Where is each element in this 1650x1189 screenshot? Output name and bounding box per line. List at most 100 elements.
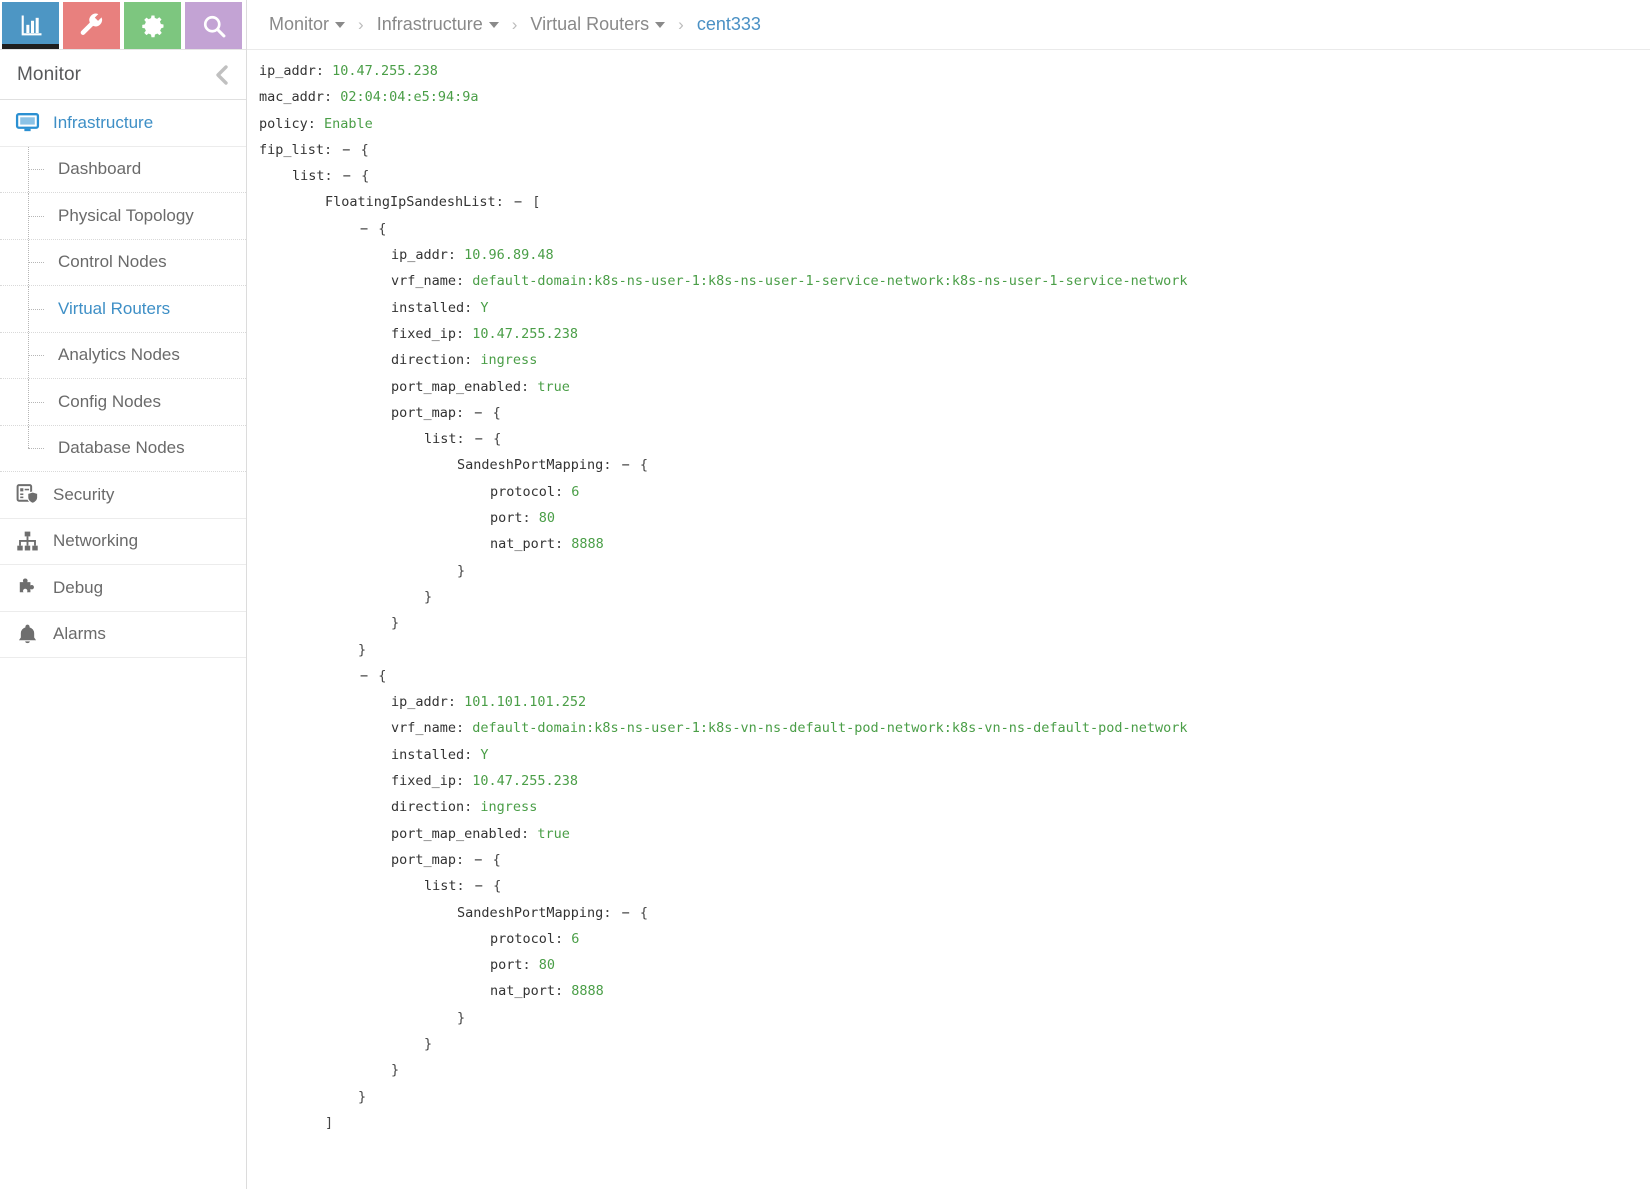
json-collapse-toggle[interactable]: −: [620, 452, 632, 478]
breadcrumb-item-label: Virtual Routers: [530, 14, 650, 34]
bar-chart-icon: [17, 12, 45, 40]
json-collapse-toggle[interactable]: −: [358, 663, 370, 689]
json-separator: :: [456, 431, 473, 448]
json-line: policy: Enable: [247, 111, 1650, 137]
json-collapse-toggle[interactable]: −: [472, 400, 484, 426]
json-value: 6: [571, 483, 580, 500]
json-bracket: }: [391, 1062, 400, 1079]
json-key: port_map_enabled: [391, 378, 522, 395]
sidebar-item-dashboard[interactable]: Dashboard: [0, 146, 246, 193]
json-line: port: 80: [247, 505, 1650, 531]
json-line: SandeshPortMapping: − {: [247, 900, 1650, 926]
json-collapse-toggle[interactable]: −: [473, 873, 485, 899]
json-line: vrf_name: default-domain:k8s-ns-user-1:k…: [247, 715, 1650, 741]
json-separator: :: [464, 352, 481, 369]
json-line: nat_port: 8888: [247, 978, 1650, 1004]
json-key: ip_addr: [391, 247, 448, 264]
json-key: fixed_ip: [391, 773, 457, 790]
breadcrumb-item-virtual-routers[interactable]: Virtual Routers: [530, 14, 666, 35]
json-separator: :: [464, 799, 481, 816]
json-key: policy: [259, 115, 308, 132]
json-bracket: {: [639, 904, 648, 921]
json-line: fixed_ip: 10.47.255.238: [247, 768, 1650, 794]
json-value: Enable: [324, 115, 373, 132]
sidebar-item-virtual-routers[interactable]: Virtual Routers: [0, 286, 246, 333]
sidebar-item-label: Infrastructure: [53, 112, 154, 132]
monitor-icon: [12, 110, 42, 135]
json-bracket: ]: [325, 1114, 334, 1131]
configure-tile[interactable]: [63, 2, 120, 49]
sidebar-item-label: Config Nodes: [58, 391, 162, 411]
breadcrumb-item-cent333[interactable]: cent333: [697, 14, 761, 35]
json-key: protocol: [490, 930, 556, 947]
chevron-down-icon[interactable]: [655, 21, 666, 28]
json-value: 101.101.101.252: [464, 694, 587, 711]
sidebar-item-alarms[interactable]: Alarms: [0, 612, 246, 658]
sidebar-title: Monitor: [17, 63, 82, 85]
json-line: fip_list: − {: [247, 137, 1650, 163]
json-separator: :: [307, 115, 325, 132]
sidebar-item-label: Control Nodes: [58, 252, 167, 272]
json-separator: :: [456, 404, 473, 421]
json-collapse-toggle[interactable]: −: [472, 847, 484, 873]
chevron-down-icon[interactable]: [335, 21, 346, 28]
json-key: list: [292, 168, 325, 185]
json-value: 6: [571, 930, 580, 947]
json-value: 10.47.255.238: [332, 63, 438, 79]
json-line: ip_addr: 10.96.89.48: [247, 242, 1650, 268]
left-column: Monitor Infrastructure Dashboard Physical …: [0, 0, 247, 1189]
json-value: 10.47.255.238: [472, 325, 578, 342]
json-separator: :: [521, 825, 538, 842]
json-separator: :: [464, 746, 481, 763]
sidebar-item-debug[interactable]: Debug: [0, 565, 246, 612]
json-collapse-toggle[interactable]: −: [473, 426, 485, 452]
chevron-down-icon[interactable]: [488, 21, 499, 28]
breadcrumb-item-monitor[interactable]: Monitor: [269, 14, 346, 35]
json-separator: :: [521, 378, 538, 395]
wrench-icon: [78, 12, 106, 40]
sidebar-item-control-nodes[interactable]: Control Nodes: [0, 239, 246, 286]
sidebar-item-security[interactable]: Security: [0, 472, 246, 519]
json-key: fixed_ip: [391, 325, 457, 342]
json-line: }: [247, 1031, 1650, 1057]
breadcrumb-item-infrastructure[interactable]: Infrastructure: [377, 14, 499, 35]
sidebar-item-analytics-nodes[interactable]: Analytics Nodes: [0, 332, 246, 379]
sidebar-item-label: Physical Topology: [58, 205, 194, 225]
sidebar-item-infrastructure[interactable]: Infrastructure: [0, 100, 246, 147]
breadcrumb-item-label: Monitor: [269, 14, 330, 34]
query-tile[interactable]: [185, 2, 242, 49]
json-collapse-toggle[interactable]: −: [341, 163, 353, 189]
json-line: nat_port: 8888: [247, 531, 1650, 557]
json-key: vrf_name: [391, 273, 457, 290]
json-line: protocol: 6: [247, 926, 1650, 952]
json-key: mac_addr: [259, 89, 325, 106]
sidebar-item-physical-topology[interactable]: Physical Topology: [0, 193, 246, 240]
chevron-left-icon[interactable]: [212, 64, 232, 86]
json-collapse-toggle[interactable]: −: [512, 189, 524, 215]
json-bracket: {: [378, 220, 387, 237]
sidebar-item-label: Analytics Nodes: [58, 345, 180, 365]
json-separator: :: [315, 63, 333, 79]
sidebar-item-networking[interactable]: Networking: [0, 519, 246, 565]
json-collapse-toggle[interactable]: −: [340, 137, 352, 163]
json-line: ]: [247, 1110, 1650, 1136]
json-key: FloatingIpSandeshList: [325, 194, 496, 211]
sidebar-item-label: Alarms: [53, 624, 106, 644]
sidebar-item-config-nodes[interactable]: Config Nodes: [0, 379, 246, 426]
json-bracket: }: [358, 641, 367, 658]
settings-tile[interactable]: [124, 2, 181, 49]
sidebar-item-database-nodes[interactable]: Database Nodes: [0, 425, 246, 472]
json-separator: :: [555, 983, 572, 1000]
json-bracket: {: [639, 457, 648, 474]
json-key: direction: [391, 799, 465, 816]
json-line: vrf_name: default-domain:k8s-ns-user-1:k…: [247, 268, 1650, 294]
json-collapse-toggle[interactable]: −: [620, 900, 632, 926]
json-key: port: [490, 510, 523, 527]
json-value: true: [537, 825, 570, 842]
json-key: nat_port: [490, 983, 556, 1000]
json-key: protocol: [490, 483, 556, 500]
json-collapse-toggle[interactable]: −: [358, 216, 370, 242]
monitor-tile[interactable]: [2, 2, 59, 49]
json-bracket: {: [378, 667, 387, 684]
json-separator: :: [456, 273, 473, 290]
